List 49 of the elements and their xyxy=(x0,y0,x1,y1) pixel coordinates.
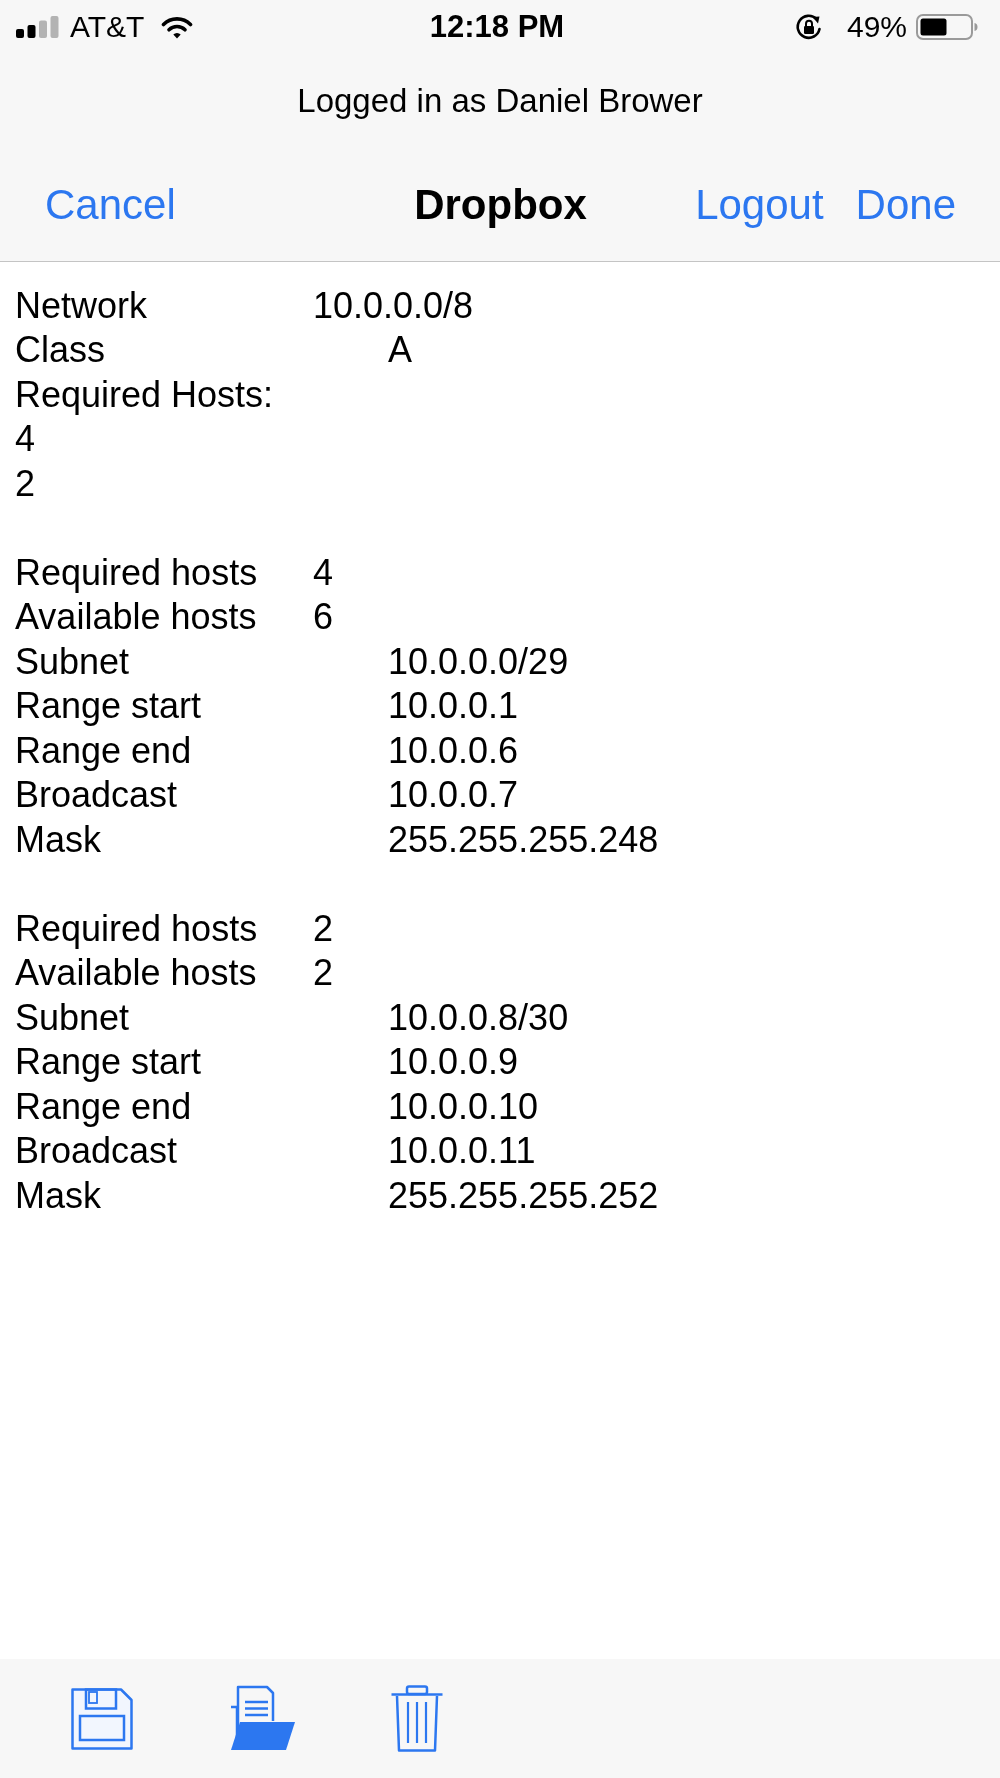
logout-button[interactable]: Logout xyxy=(695,180,824,229)
field-value: 255.255.255.252 xyxy=(388,1173,659,1217)
field-label: Range start xyxy=(15,684,202,728)
field-value: 4 xyxy=(313,550,334,594)
cancel-button[interactable]: Cancel xyxy=(45,180,176,229)
field-label: Required hosts xyxy=(15,906,258,950)
field-value: 10.0.0.6 xyxy=(388,728,519,772)
screen-title: Dropbox xyxy=(414,180,587,229)
field-label: Range end xyxy=(15,728,192,772)
orientation-lock-icon xyxy=(794,13,823,41)
field-label: Range end xyxy=(15,1084,192,1128)
field-label: Subnet xyxy=(15,639,130,683)
battery-percentage: 49% xyxy=(846,10,907,44)
field-label: Subnet xyxy=(15,995,130,1039)
clock-time: 12:18 PM xyxy=(429,9,565,45)
carrier-name: AT&T xyxy=(70,10,145,44)
field-label: Range start xyxy=(15,1040,202,1084)
wifi-icon xyxy=(161,15,194,39)
signal-icon xyxy=(16,16,59,38)
field-value: 2 xyxy=(313,951,334,995)
field-value: A xyxy=(388,328,412,372)
field-label: Broadcast xyxy=(15,773,178,817)
field-value: 2 xyxy=(313,906,334,950)
done-button[interactable]: Done xyxy=(855,180,956,229)
field-label: Mask xyxy=(15,817,101,861)
trash-can-icon[interactable] xyxy=(391,1685,443,1752)
field-label: Network xyxy=(15,283,148,327)
field-value: 10.0.0.0/8 xyxy=(313,283,474,327)
field-label: Broadcast xyxy=(15,1129,178,1173)
field-label: Required hosts xyxy=(15,550,258,594)
text-line: 2 xyxy=(15,461,36,505)
folder-document-icon[interactable] xyxy=(229,1685,295,1752)
battery-icon xyxy=(916,14,978,40)
field-label: Available hosts xyxy=(15,951,257,995)
text-line: 4 xyxy=(15,417,36,461)
field-label: Available hosts xyxy=(15,595,257,639)
field-label: Mask xyxy=(15,1173,101,1217)
field-value: 10.0.0.9 xyxy=(388,1040,519,1084)
field-value: 10.0.0.8/30 xyxy=(388,995,569,1039)
login-status-text: Logged in as Daniel Brower xyxy=(297,82,703,120)
field-value: 10.0.0.0/29 xyxy=(388,639,569,683)
field-value: 10.0.0.7 xyxy=(388,773,519,817)
field-label: Class xyxy=(15,328,106,372)
field-value: 255.255.255.248 xyxy=(388,817,659,861)
field-value: 10.0.0.1 xyxy=(388,684,519,728)
text-line: Required Hosts: xyxy=(15,372,274,416)
field-value: 10.0.0.11 xyxy=(388,1129,536,1173)
field-value: 10.0.0.10 xyxy=(388,1084,539,1128)
field-value: 6 xyxy=(313,595,334,639)
